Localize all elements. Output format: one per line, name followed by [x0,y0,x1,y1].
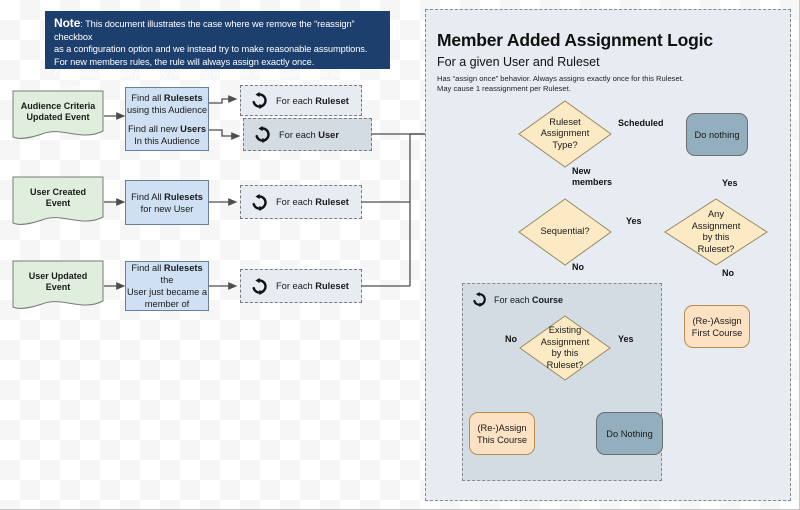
action-text-block: Find all Rulesets the User just became a… [126,262,208,310]
panel-title: Member Added Assignment Logic [437,30,713,50]
decision-line-1: Sequential? [540,226,590,237]
action-line-2: for new User [140,203,194,214]
event-label-line-2: Updated Event [26,112,90,122]
edge-label-existing-yes: Yes [618,334,634,344]
edge-label-any-no: No [722,268,734,278]
loop-for-each-ruleset-1[interactable]: For each Ruleset [240,85,362,116]
action-line-2: using this Audience [126,104,208,115]
decision-label: Sequential? [518,198,612,266]
event-label: User Created Event [12,180,104,216]
action-find-rulesets-and-users[interactable]: Find all Rulesets using this Audience Fi… [125,87,209,151]
decision-line-2: Assignment [540,336,590,347]
loop-refresh-icon [251,92,268,109]
terminal-label-line-1: (Re-)Assign [692,315,742,326]
action-find-rulesets-member-of[interactable]: Find all Rulesets the User just became a… [125,261,209,311]
event-label-line-1: User Updated [28,270,88,281]
course-group-header: For each Course [472,292,563,307]
panel-note-2: May cause 1 reassignment per Ruleset. [437,84,571,93]
event-label-line-1: User Created [29,186,87,197]
loop-for-each-ruleset-2[interactable]: For each Ruleset [240,185,362,219]
decision-line-1: Existing [548,325,582,335]
decision-line-3: Type? [552,139,578,150]
edge-label-existing-no: No [505,334,517,344]
action-line-1: Find all Rulesets the [131,263,203,285]
decision-line-4: Ruleset? [697,243,735,254]
decision-label: Any Assignment by this Ruleset? [664,198,768,266]
loop-label-1: For each Ruleset [276,95,349,106]
decision-label: Ruleset Assignment Type? [518,100,612,168]
action-text-block: Find All Rulesets for new User [131,191,203,215]
panel-note-1: Has “assign once” behavior. Always assig… [437,74,684,83]
note-callout: Note: This document illustrates the case… [45,11,390,92]
note-line-3: For new members rules, the rule will alw… [54,56,315,67]
decision-ruleset-assignment-type[interactable]: Ruleset Assignment Type? [518,100,612,168]
event-user-created[interactable]: User Created Event [12,176,104,228]
action-line-3: member of [144,299,190,309]
loop-refresh-icon [251,193,268,211]
decision-line-1: Any [707,209,725,219]
course-group-label: For each Course [494,294,564,305]
event-label-line-2: Event [45,198,71,208]
loop-label-3: For each Ruleset [276,281,349,291]
terminal-reassign-this-course[interactable]: (Re-)Assign This Course [469,412,535,455]
decision-label: Existing Assignment by this Ruleset? [519,315,611,381]
loop-for-each-ruleset-3[interactable]: For each Ruleset [240,269,362,303]
action-line-4: In this Audience [134,135,200,146]
loop-label-2: For each Ruleset [276,197,349,207]
event-label: User Updated Event [12,264,104,300]
diagram-canvas: Note: This document illustrates the case… [0,0,800,510]
terminal-label-line-1: (Re-)Assign [477,422,527,433]
event-user-updated[interactable]: User Updated Event [12,260,104,312]
action-line-1: Find All Rulesets [131,191,203,202]
decision-any-assignment-by-ruleset[interactable]: Any Assignment by this Ruleset? [664,198,768,266]
terminal-label: Do nothing [694,129,740,140]
terminal-label-line-2: First Course [691,327,743,338]
terminal-do-nothing-course[interactable]: Do Nothing [596,412,663,455]
event-label: Audience Criteria Updated Event [12,94,104,130]
decision-existing-assignment-by-ruleset[interactable]: Existing Assignment by this Ruleset? [519,315,611,381]
edge-label-scheduled: Scheduled [618,118,664,128]
note-label: Note [54,16,81,30]
edge-label-new-members: New members [572,166,612,188]
event-label-line-2: Event [45,282,71,292]
terminal-do-nothing-top[interactable]: Do nothing [686,113,748,156]
decision-line-1: Ruleset [549,116,581,127]
decision-line-3: by this [702,232,730,242]
event-label-line-1: Audience Criteria [20,100,96,111]
edge-label-any-yes: Yes [722,178,738,188]
edge-label-new-members-line-2: members [572,177,613,187]
loop-label-user: For each User [279,129,339,140]
decision-sequential[interactable]: Sequential? [518,198,612,266]
loop-refresh-icon [472,292,487,307]
edge-label-sequential-yes: Yes [626,216,642,226]
action-text-block-rulesets: Find all Rulesets using this Audience [127,92,207,116]
loop-refresh-icon [251,277,268,295]
terminal-label: Do Nothing [606,428,653,439]
event-audience-criteria-updated[interactable]: Audience Criteria Updated Event [12,90,104,142]
decision-line-2: Assignment [540,128,590,139]
terminal-reassign-first-course[interactable]: (Re-)Assign First Course [684,305,750,348]
action-find-rulesets-new-user[interactable]: Find All Rulesets for new User [125,180,209,225]
note-line-1: : This document illustrates the case whe… [54,19,355,42]
loop-for-each-user[interactable]: For each User [243,118,372,151]
edge-label-new-members-line-1: New [572,166,591,176]
action-line-1: Find all Rulesets [131,92,203,103]
edge-label-sequential-no: No [572,262,584,272]
decision-line-3: by this [551,348,579,358]
loop-refresh-icon [254,126,271,143]
decision-line-4: Ruleset? [546,359,584,370]
panel-subtitle: For a given User and Ruleset [437,55,600,69]
terminal-label-line-2: This Course [476,434,528,445]
action-text-block-users: Find all new Users In this Audience [128,123,206,147]
note-line-2: as a configuration option and we instead… [54,44,368,55]
action-line-3: Find all new Users [127,123,207,134]
action-line-2: User just became a [126,287,208,297]
decision-line-2: Assignment [691,220,741,231]
